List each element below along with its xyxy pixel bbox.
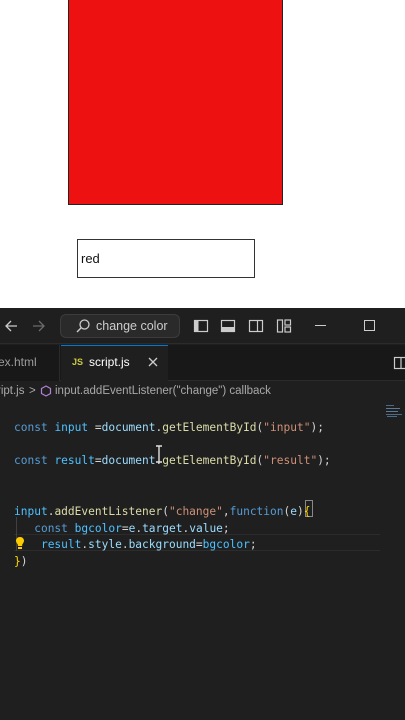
code-object: input [14,505,48,518]
code-operator: = [94,454,102,467]
breadcrumb: ript.js > input.addEventListener("change… [0,381,405,403]
breadcrumb-separator: > [29,385,36,397]
minimize-icon[interactable] [315,325,326,326]
command-center[interactable]: change color [60,314,180,338]
tab-label: ex.html [0,355,37,369]
code-line: input.addEventListener("change",function… [14,505,311,518]
text-cursor-icon [156,445,162,463]
maximize-icon[interactable] [364,320,375,331]
code-line: const result=document.getElementById("re… [14,454,331,467]
code-keyword: const [14,454,48,467]
code-operator: = [88,421,102,434]
symbol-method-icon [40,385,52,397]
code-property: background [128,538,196,551]
code-object: document [101,421,156,434]
code-parameter: e [128,522,136,535]
code-punctuation: ) [20,555,28,568]
code-variable: result [54,454,95,467]
browser-preview [0,0,405,308]
code-property: target [142,522,183,535]
code-line: const bgcolor=e.target.value; [34,522,230,535]
lightbulb-icon[interactable] [14,536,26,550]
code-variable: bgcolor [202,538,250,551]
code-editor[interactable]: const input =document.getElementById("in… [0,403,405,720]
customize-layout-icon[interactable] [276,318,292,334]
code-object: result [40,538,82,551]
code-line: result.style.background=bgcolor; [40,538,257,551]
code-punctuation: ); [310,421,324,434]
js-file-icon: JS [72,357,84,367]
code-string: "result" [263,454,318,467]
search-icon [76,319,90,333]
back-icon[interactable] [2,316,22,336]
result-color-box [68,0,283,205]
toggle-panel-icon[interactable] [220,318,236,334]
color-input[interactable] [77,239,255,278]
tab-label: script.js [89,355,130,369]
command-center-label: change color [96,319,168,333]
code-function: getElementById [162,421,257,434]
toggle-secondary-sidebar-icon[interactable] [248,318,264,334]
code-keyword: function [229,505,284,518]
tab-index-html[interactable]: ex.html [0,345,60,381]
code-keyword: const [34,522,68,535]
code-object: document [101,454,156,467]
code-variable: input [54,421,89,434]
toggle-sidebar-icon[interactable] [193,318,209,334]
code-parameter: e [290,505,297,518]
close-icon[interactable] [145,354,161,370]
breadcrumb-symbol[interactable]: input.addEventListener("change") callbac… [55,385,271,397]
split-editor-icon[interactable] [393,355,405,371]
code-string: "change" [168,505,223,518]
code-line: }) [14,555,28,568]
code-function: getElementById [162,454,257,467]
code-variable: bgcolor [74,522,122,535]
vscode-window: change color ex.html JS script.js ipt.js… [0,308,405,720]
code-string: "input" [263,421,311,434]
code-keyword: const [14,421,48,434]
tab-script-js[interactable]: JS script.js [61,345,168,381]
title-bar: change color [0,308,405,344]
code-property: value [189,522,223,535]
tab-bar: ex.html JS script.js [0,345,405,381]
code-property: style [88,538,122,551]
forward-icon[interactable] [28,316,48,336]
breadcrumb-file[interactable]: ript.js [0,385,24,397]
code-function: addEventListener [54,505,163,518]
code-line: const input =document.getElementById("in… [14,421,324,434]
minimap[interactable] [384,403,405,423]
code-punctuation: ); [317,454,331,467]
